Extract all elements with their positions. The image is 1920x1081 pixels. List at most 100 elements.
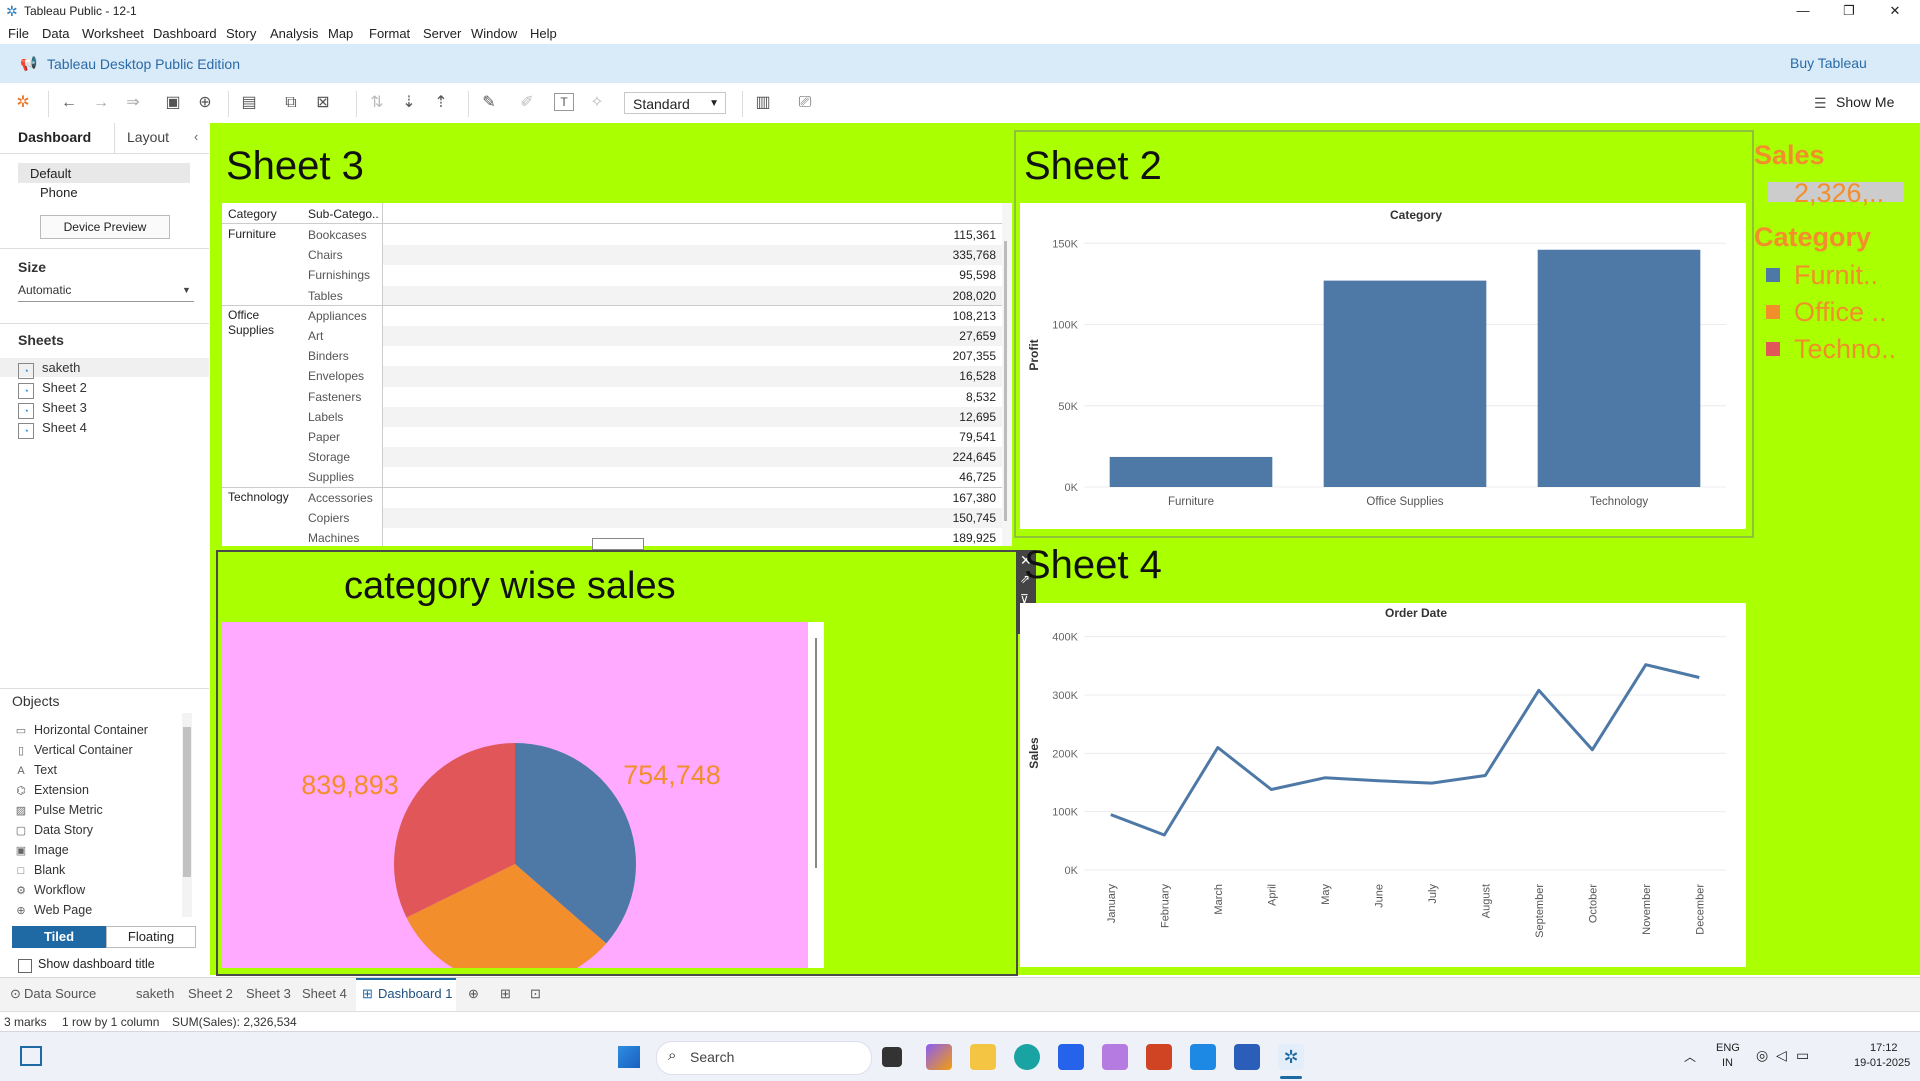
replay-icon[interactable]: ⇒ [122, 93, 144, 113]
minimize-button[interactable]: — [1780, 0, 1826, 22]
clear-icon[interactable]: ⊠ [312, 93, 334, 113]
legend-item-furniture[interactable]: Furnit.. [1794, 260, 1878, 291]
clock-date[interactable]: 19-01-2025 [1854, 1057, 1910, 1069]
fit-dropdown[interactable]: Standard ▼ [624, 92, 726, 114]
notepad-icon[interactable] [1190, 1044, 1216, 1070]
tab-sheet-2[interactable]: Sheet 2 [188, 986, 233, 1001]
tiled-button[interactable]: Tiled [12, 926, 106, 948]
lang-region[interactable]: IN [1722, 1057, 1733, 1069]
menu-dashboard[interactable]: Dashboard [153, 26, 217, 41]
maximize-button[interactable]: ❐ [1826, 0, 1872, 22]
object-image[interactable]: ▣ Image [14, 843, 69, 857]
pin-icon[interactable]: ✧ [586, 93, 608, 113]
tab-sheet-4[interactable]: Sheet 4 [302, 986, 347, 1001]
menu-file[interactable]: File [8, 26, 29, 41]
sales-line-chart[interactable]: Order Date Sales 0K 100K 200K 300K 400K January… [1020, 603, 1746, 967]
text-labels-icon[interactable]: T [554, 93, 574, 111]
tab-data-source[interactable]: Data Source [24, 986, 96, 1001]
object-web-page[interactable]: ⊕ Web Page [14, 903, 92, 917]
menu-help[interactable]: Help [530, 26, 557, 41]
profit-bar-chart[interactable]: Category Profit 0K 50K 100K 150K Furniture Offi… [1020, 203, 1746, 529]
object-workflow[interactable]: ⚙ Workflow [14, 883, 85, 897]
device-preview-button[interactable]: Device Preview [40, 215, 170, 239]
legend-item-technology[interactable]: Techno.. [1794, 334, 1896, 365]
tableau-home-icon[interactable]: ✲ [12, 93, 34, 113]
save-icon[interactable]: ▣ [162, 93, 184, 113]
lang-code[interactable]: ENG [1716, 1042, 1740, 1054]
menu-format[interactable]: Format [369, 26, 410, 41]
menu-story[interactable]: Story [226, 26, 256, 41]
sort-ascending-icon[interactable]: ⇣ [398, 93, 420, 113]
device-default[interactable]: Default [30, 166, 71, 181]
tab-layout[interactable]: Layout [127, 129, 169, 145]
object-blank[interactable]: □ Blank [14, 863, 66, 877]
chevron-down-icon[interactable]: ▼ [182, 285, 191, 295]
tab-dashboard-1[interactable]: Dashboard 1 [378, 986, 452, 1001]
object-horizontal-container[interactable]: ▭ Horizontal Container [14, 723, 148, 737]
task-view-icon[interactable] [882, 1047, 902, 1067]
tableau-taskbar-icon[interactable]: ✲ [1278, 1044, 1304, 1070]
sheet-3-table[interactable]: Category Sub-Catego.. Furniture Bookcases… [222, 203, 1012, 546]
sheet-item-saketh[interactable]: ◔ saketh [18, 360, 80, 379]
new-story-tab-icon[interactable]: ⊡ [530, 986, 541, 1002]
menu-window[interactable]: Window [471, 26, 517, 41]
menu-analysis[interactable]: Analysis [270, 26, 318, 41]
close-button[interactable]: ✕ [1872, 0, 1918, 22]
widgets-icon[interactable] [20, 1046, 42, 1066]
floating-button[interactable]: Floating [106, 926, 196, 948]
object-text[interactable]: A Text [14, 763, 57, 777]
taskbar-search[interactable] [656, 1041, 872, 1075]
powerpoint-icon[interactable] [1146, 1044, 1172, 1070]
legend-item-office[interactable]: Office .. [1794, 297, 1887, 328]
file-explorer-icon[interactable] [970, 1044, 996, 1070]
highlight-icon[interactable]: ✎ [478, 93, 500, 113]
tray-chevron-icon[interactable]: ︿ [1684, 1048, 1696, 1065]
word-icon[interactable] [1234, 1044, 1260, 1070]
resize-handle[interactable] [592, 538, 644, 550]
objects-scrollbar-thumb[interactable] [183, 727, 191, 877]
photos-icon[interactable] [1102, 1044, 1128, 1070]
clock-time[interactable]: 17:12 [1870, 1042, 1898, 1054]
sort-descending-icon[interactable]: ⇡ [430, 93, 452, 113]
volume-icon[interactable]: ◁ [1776, 1047, 1787, 1064]
new-worksheet-icon[interactable]: ▤ [238, 93, 260, 113]
sheet-item-sheet-3[interactable]: ◔ Sheet 3 [18, 400, 87, 419]
menu-worksheet[interactable]: Worksheet [82, 26, 144, 41]
size-select[interactable]: Automatic [18, 283, 71, 297]
show-title-checkbox[interactable] [18, 959, 32, 973]
category-sales-pie-chart[interactable]: 754,748 839,893 [222, 622, 808, 968]
wifi-icon[interactable]: ◎ [1756, 1047, 1768, 1064]
buy-tableau-link[interactable]: Buy Tableau [1790, 55, 1867, 71]
tab-sheet-3[interactable]: Sheet 3 [246, 986, 291, 1001]
undo-icon[interactable]: ← [58, 93, 80, 113]
redo-icon[interactable]: → [90, 93, 112, 113]
sheet-item-sheet-2[interactable]: ◔ Sheet 2 [18, 380, 87, 399]
attach-icon[interactable]: ✐ [516, 93, 538, 113]
device-phone[interactable]: Phone [40, 185, 78, 200]
object-pulse-metric[interactable]: ▨ Pulse Metric [14, 803, 103, 817]
show-me-button[interactable]: Show Me [1836, 94, 1894, 110]
pie-scrollbar-thumb[interactable] [815, 638, 817, 868]
copilot-icon[interactable] [926, 1044, 952, 1070]
duplicate-icon[interactable]: ⧉ [280, 93, 302, 113]
new-datasource-icon[interactable]: ⊕ [194, 93, 216, 113]
battery-icon[interactable]: ▭ [1796, 1047, 1809, 1064]
menu-map[interactable]: Map [328, 26, 353, 41]
table-scrollbar-thumb[interactable] [1004, 241, 1007, 521]
menu-data[interactable]: Data [42, 26, 69, 41]
object-vertical-container[interactable]: ▯ Vertical Container [14, 743, 133, 757]
edge-icon[interactable] [1014, 1044, 1040, 1070]
store-icon[interactable] [1058, 1044, 1084, 1070]
tab-dashboard[interactable]: Dashboard [18, 129, 91, 145]
present-mode-icon[interactable]: ⎚ [794, 93, 816, 113]
object-data-story[interactable]: ▢ Data Story [14, 823, 93, 837]
presentation-layout-icon[interactable]: ▥ [752, 93, 774, 113]
collapse-pane-icon[interactable]: ‹ [194, 129, 198, 144]
object-extension[interactable]: ⌬ Extension [14, 783, 89, 797]
new-dashboard-tab-icon[interactable]: ⊞ [500, 986, 511, 1002]
menu-server[interactable]: Server [423, 26, 461, 41]
windows-start-icon[interactable] [618, 1046, 640, 1068]
new-worksheet-tab-icon[interactable]: ⊕ [468, 986, 479, 1002]
swap-icon[interactable]: ⇅ [366, 93, 388, 113]
sheet-item-sheet-4[interactable]: ◔ Sheet 4 [18, 420, 87, 439]
